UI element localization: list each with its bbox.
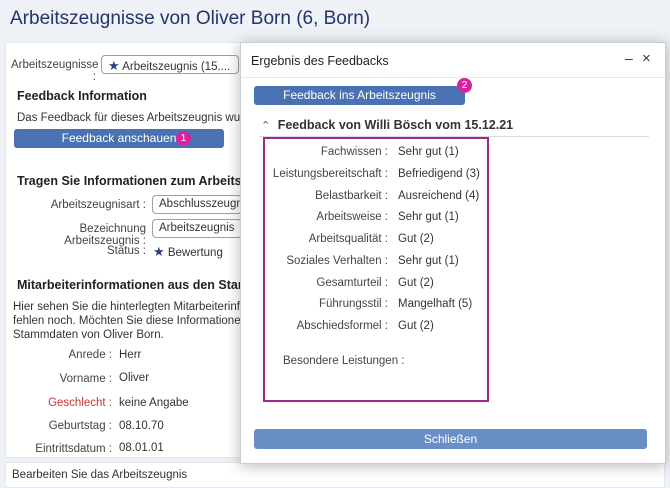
close-button-label: Schließen xyxy=(423,432,478,446)
feedback-result-dialog: Ergebnis des Feedbacks – × Feedback ins … xyxy=(240,42,666,464)
salutation-label: Anrede : xyxy=(68,349,112,361)
transfer-feedback-button[interactable]: Feedback ins Arbeitszeugnis übertragen xyxy=(254,86,465,121)
type-select[interactable]: Abschlusszeugnis xyxy=(152,195,242,214)
transfer-feedback-label: Feedback ins Arbeitszeugnis übertragen xyxy=(283,88,436,121)
gesamturteil-label: Gesamturteil : xyxy=(316,277,388,289)
badge-step-2: 2 xyxy=(457,78,472,93)
star-icon: ★ xyxy=(153,244,165,259)
arbeitsweise-label: Arbeitsweise : xyxy=(316,211,388,223)
name-input[interactable]: Arbeitszeugnis xyxy=(152,219,242,238)
feedback-text: Das Feedback für dieses Arbeitszeugnis w… xyxy=(17,112,273,124)
footer-text: Bearbeiten Sie das Arbeitszeugnis xyxy=(12,469,188,481)
feedback-heading[interactable]: ⌃ Feedback von Willi Bösch vom 15.12.21 xyxy=(261,118,513,132)
leistungsbereitschaft-label: Leistungsbereitschaft : xyxy=(272,168,388,180)
feedback-heading-text: Feedback von Willi Bösch vom 15.12.21 xyxy=(277,118,514,132)
status-label: Status : xyxy=(107,245,146,257)
view-feedback-button[interactable]: Feedback anschauen xyxy=(14,129,224,148)
fuehrungsstil-label: Führungsstil : xyxy=(318,298,388,310)
master-text-3: Stammdaten von Oliver Born. xyxy=(13,329,164,341)
chevron-up-icon: ⌃ xyxy=(261,120,271,132)
gesamturteil-value: Gut (2) xyxy=(398,277,434,289)
page-title: Arbeitszeugnisse von Oliver Born (6, Bor… xyxy=(10,8,371,29)
certificate-select-value: Arbeitszeugnis (15.... xyxy=(122,61,231,73)
special-achievements-label: Besondere Leistungen : xyxy=(283,355,405,367)
salutation-value: Herr xyxy=(119,349,142,361)
arbeitsqualitaet-value: Gut (2) xyxy=(398,233,434,245)
master-text-1: Hier sehen Sie die hinterlegten Mitarbei… xyxy=(13,301,260,313)
star-icon: ★ xyxy=(108,58,120,73)
dialog-divider xyxy=(241,77,665,78)
gender-label: Geschlecht : xyxy=(48,397,112,409)
soziales-verhalten-label: Soziales Verhalten : xyxy=(286,255,388,267)
name-label: Bezeichnung Arbeitszeugnis : xyxy=(64,223,146,247)
entry-value: 08.01.01 xyxy=(119,442,164,454)
dialog-title: Ergebnis des Feedbacks xyxy=(251,54,389,68)
arbeitsqualitaet-label: Arbeitsqualität : xyxy=(308,233,388,245)
fachwissen-value: Sehr gut (1) xyxy=(398,146,459,158)
belastbarkeit-label: Belastbarkeit : xyxy=(315,190,388,202)
master-text-2: fehlen noch. Möchten Sie diese Informati… xyxy=(13,315,263,327)
badge-step-1: 1 xyxy=(176,131,191,146)
fuehrungsstil-value: Mangelhaft (5) xyxy=(398,298,473,310)
abschiedsformel-value: Gut (2) xyxy=(398,320,434,332)
birthday-label: Geburtstag : xyxy=(48,420,112,432)
certificate-select[interactable]: ★ Arbeitszeugnis (15.... xyxy=(101,55,239,74)
soziales-verhalten-value: Sehr gut (1) xyxy=(398,255,459,267)
belastbarkeit-value: Ausreichend (4) xyxy=(398,190,480,202)
edit-certificate-section[interactable]: Bearbeiten Sie das Arbeitszeugnis xyxy=(5,462,665,488)
arbeitsweise-value: Sehr gut (1) xyxy=(398,211,459,223)
feedback-section-title: Feedback Information xyxy=(17,89,147,103)
close-button[interactable]: Schließen xyxy=(254,429,647,449)
close-icon[interactable]: × xyxy=(642,50,651,67)
entry-label: Eintrittsdatum : xyxy=(35,443,112,455)
firstname-value: Oliver xyxy=(119,372,150,384)
leistungsbereitschaft-value: Befriedigend (3) xyxy=(398,168,480,180)
firstname-label: Vorname : xyxy=(59,373,112,385)
status-value: ★ Bewertung xyxy=(153,244,223,260)
birthday-value: 08.10.70 xyxy=(119,420,164,432)
select-label: Arbeitszeugnisse : xyxy=(11,59,99,83)
gender-value: keine Angabe xyxy=(119,397,189,409)
view-feedback-label: Feedback anschauen xyxy=(61,131,177,145)
abschiedsformel-label: Abschiedsformel : xyxy=(296,320,388,332)
status-value-text: Bewertung xyxy=(167,247,223,259)
fachwissen-label: Fachwissen : xyxy=(320,146,388,158)
minimize-icon[interactable]: – xyxy=(625,50,633,66)
type-label: Arbeitszeugnisart : xyxy=(50,199,146,211)
